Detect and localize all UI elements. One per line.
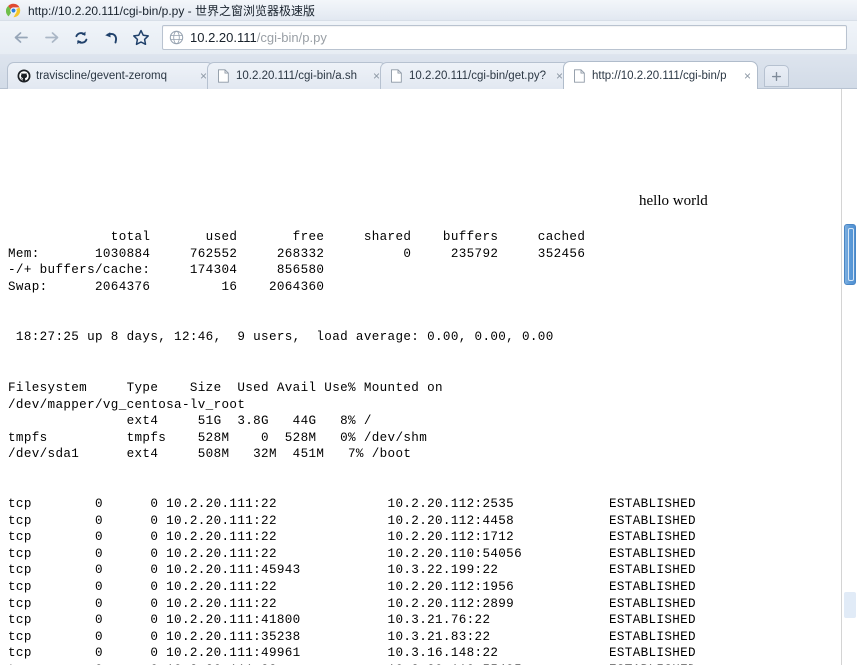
undo-arrow-icon[interactable] — [96, 24, 126, 52]
new-tab-button[interactable] — [764, 65, 789, 87]
page-icon — [217, 69, 231, 83]
tab-title: 10.2.20.111/cgi-bin/a.sh — [236, 70, 358, 82]
close-icon[interactable]: × — [744, 70, 751, 82]
address-host: 10.2.20.111 — [190, 30, 257, 45]
tab-title: 10.2.20.111/cgi-bin/get.py? — [409, 70, 547, 82]
hello-world-text: hello world — [639, 193, 708, 209]
vertical-scrollbar[interactable] — [841, 89, 857, 665]
tab-get-py[interactable]: 10.2.20.111/cgi-bin/get.py? × — [380, 62, 570, 89]
navigation-toolbar: 10.2.20.111/cgi-bin/p.py — [0, 21, 857, 55]
tab-p-py-active[interactable]: http://10.2.20.111/cgi-bin/p × — [563, 61, 758, 89]
page-viewport: hello world total used free shared buffe… — [0, 89, 857, 665]
page-icon — [573, 68, 587, 83]
address-bar[interactable]: 10.2.20.111/cgi-bin/p.py — [162, 25, 847, 50]
tab-a-sh[interactable]: 10.2.20.111/cgi-bin/a.sh × — [207, 62, 387, 89]
plus-icon — [771, 71, 782, 81]
github-icon — [17, 69, 31, 83]
free-memory-output: total used free shared buffers cached Me… — [8, 230, 586, 294]
close-icon[interactable]: × — [200, 70, 207, 82]
page-icon — [390, 69, 404, 83]
tab-strip: traviscline/gevent-zeromq × 10.2.20.111/… — [0, 55, 857, 89]
page-content: hello world total used free shared buffe… — [0, 89, 841, 665]
tab-title: traviscline/gevent-zeromq — [36, 70, 168, 82]
chrome-logo-icon — [5, 3, 21, 18]
close-icon[interactable]: × — [556, 70, 563, 82]
address-bar-text: 10.2.20.111/cgi-bin/p.py — [190, 30, 327, 45]
scrollbar-track-marker[interactable] — [844, 592, 856, 618]
tab-traviscline-gevent-zeromq[interactable]: traviscline/gevent-zeromq × — [7, 62, 214, 89]
disk-filesystem-output: Filesystem Type Size Used Avail Use% Mou… — [8, 381, 443, 462]
tab-title: http://10.2.20.111/cgi-bin/p — [592, 69, 727, 82]
browser-window: http://10.2.20.111/cgi-bin/p.py - 世界之窗浏览… — [0, 0, 857, 665]
window-title: http://10.2.20.111/cgi-bin/p.py - 世界之窗浏览… — [28, 3, 315, 18]
title-bar: http://10.2.20.111/cgi-bin/p.py - 世界之窗浏览… — [0, 0, 857, 21]
uptime-output: 18:27:25 up 8 days, 12:46, 9 users, load… — [8, 330, 554, 344]
scrollbar-thumb[interactable] — [844, 224, 856, 285]
reload-icon[interactable] — [66, 24, 96, 52]
globe-icon — [169, 30, 184, 45]
star-icon[interactable] — [126, 24, 156, 52]
forward-arrow-icon[interactable] — [36, 24, 66, 52]
close-icon[interactable]: × — [373, 70, 380, 82]
back-arrow-icon[interactable] — [6, 24, 36, 52]
netstat-connections-output: tcp 0 0 10.2.20.111:22 10.2.20.112:2535 … — [8, 497, 696, 665]
address-path: /cgi-bin/p.py — [256, 30, 327, 45]
